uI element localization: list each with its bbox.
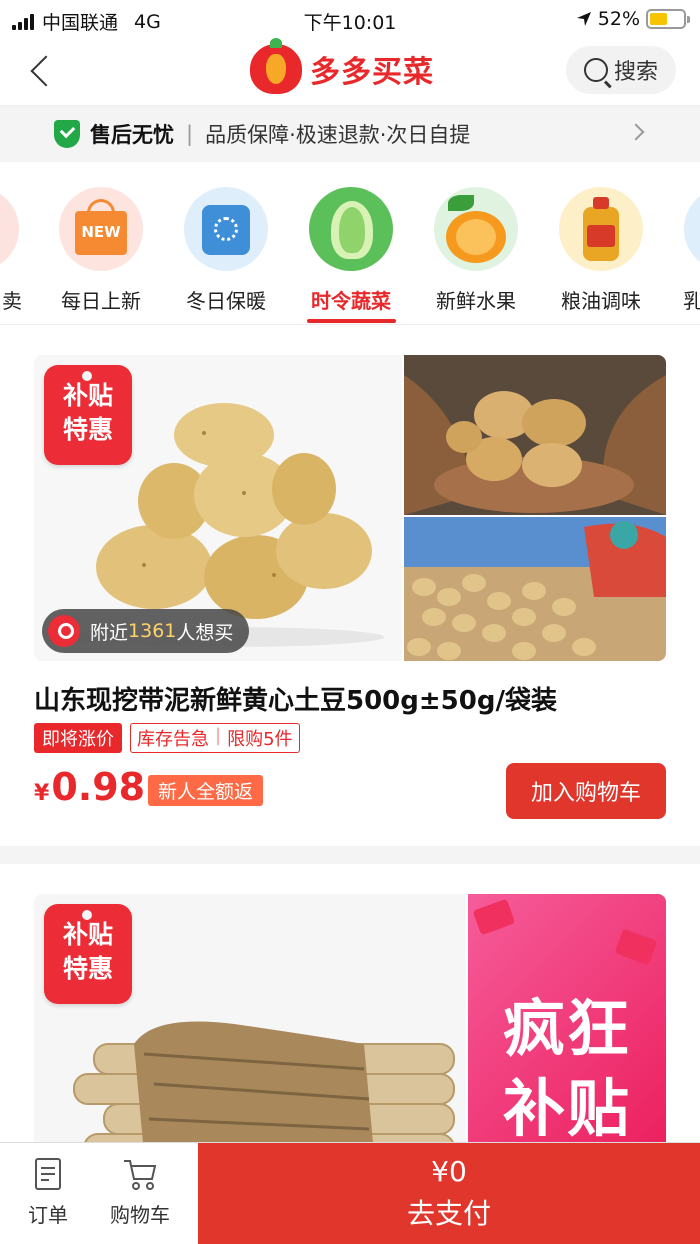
guarantee-text: 品质保障·极速退款·次日自提 <box>205 123 471 147</box>
active-category-indicator <box>307 319 396 323</box>
chevron-right-icon <box>627 123 645 141</box>
battery-fill <box>650 13 667 25</box>
order-list-icon <box>35 1158 61 1190</box>
nearby-suffix: 人想买 <box>176 621 234 644</box>
search-icon <box>583 58 608 82</box>
guarantee-bar[interactable]: 售后无忧 | 品质保障·极速退款·次日自提 <box>34 106 666 162</box>
tab-orders[interactable]: 订单 <box>8 1157 88 1228</box>
product-title[interactable]: 山东现挖带泥新鲜黄心土豆500g±50g/袋装 <box>34 680 557 717</box>
product-price: ¥ 0.98 <box>34 765 145 809</box>
bottom-bar: 订单 购物车 ¥0 去支付 <box>0 1142 700 1244</box>
promo-banner: 疯狂 补贴 <box>468 894 666 1154</box>
checkout-label: 去支付 <box>406 1197 491 1230</box>
category-label: 时令蔬菜 <box>311 289 391 313</box>
badge-line-1: 补贴 <box>62 381 113 410</box>
price-value: 0.98 <box>51 765 146 809</box>
category-label: 每日上新 <box>61 289 141 313</box>
location-arrow-icon <box>576 12 591 26</box>
battery-icon <box>646 9 690 29</box>
tab-cart[interactable]: 购物车 <box>100 1157 180 1228</box>
status-bar: 中国联通 4G 下午10:01 52% <box>0 0 700 38</box>
nearby-prefix: 附近 <box>90 621 129 644</box>
milk-icon <box>684 187 700 271</box>
app-title: 多多买菜 <box>310 55 434 90</box>
badge-line-2: 特惠 <box>62 415 113 444</box>
app-logo: 多多买菜 <box>250 38 434 94</box>
category-item-partial[interactable]: 卖 <box>0 187 32 314</box>
product-card[interactable]: 补贴 特惠 附近 1361 人想买 山东现挖带泥新鲜黄心土豆500g±50g/袋… <box>0 324 700 846</box>
category-label: 乳 <box>683 289 700 313</box>
product-image-main: 补贴 特惠 附近 1361 人想买 <box>34 355 402 661</box>
tag-stock-limit: 库存告急 | 限购5件 <box>130 723 300 753</box>
cabbage-icon <box>309 187 393 271</box>
oil-icon <box>559 187 643 271</box>
badge-line-2: 特惠 <box>62 954 113 983</box>
search-label: 搜索 <box>613 60 658 85</box>
category-item-grain-oil[interactable]: 粮油调味 <box>546 187 656 314</box>
product-tags: 即将涨价 库存告急 | 限购5件 <box>34 723 300 753</box>
category-row: 卖 NEW 每日上新 冬日保暖 时令蔬菜 新鲜水果 粮油调味 乳 <box>0 162 700 324</box>
new-user-refund-tag: 新人全额返 <box>148 775 264 806</box>
category-item-seasonal-veg[interactable]: 时令蔬菜 <box>296 187 406 314</box>
tag-purchase-limit: 限购5件 <box>227 729 293 750</box>
guarantee-separator: | <box>186 122 194 146</box>
price-currency: ¥ <box>34 781 50 806</box>
nav-bar: 多多买菜 搜索 <box>0 38 700 106</box>
product-image-hands <box>404 355 666 515</box>
sweater-icon <box>184 187 268 271</box>
tab-cart-label: 购物车 <box>110 1203 170 1227</box>
tag-separator: | <box>215 725 222 746</box>
subsidy-badge: 补贴 特惠 <box>44 365 132 465</box>
category-label: 粮油调味 <box>561 289 641 313</box>
shopping-cart-icon <box>124 1160 157 1190</box>
logo-icon <box>250 38 302 94</box>
tag-low-stock: 库存告急 <box>137 729 209 750</box>
category-item-winter-warm[interactable]: 冬日保暖 <box>171 187 281 314</box>
guarantee-title: 售后无忧 <box>90 123 174 147</box>
orange-icon <box>434 187 518 271</box>
search-button[interactable]: 搜索 <box>566 46 676 94</box>
farm-potatoes-image <box>404 517 666 661</box>
checkout-amount: ¥0 <box>431 1155 467 1188</box>
category-label: 卖 <box>2 289 22 313</box>
category-label: 新鲜水果 <box>436 289 516 313</box>
product-image-farm <box>404 517 666 661</box>
promo-line-1: 疯狂 <box>502 992 631 1065</box>
tab-orders-label: 订单 <box>28 1203 68 1227</box>
hands-potatoes-image <box>404 355 666 515</box>
add-to-cart-button[interactable]: 加入购物车 <box>506 763 666 819</box>
category-item-fresh-fruit[interactable]: 新鲜水果 <box>421 187 531 314</box>
battery-percent: 52% <box>597 8 640 30</box>
shield-check-icon <box>54 120 80 148</box>
nearby-interest-pill: 附近 1361 人想买 <box>42 609 250 653</box>
status-right: 52% <box>576 8 690 30</box>
product-image-main: 补贴 特惠 <box>34 894 466 1154</box>
location-pin-icon <box>48 615 80 647</box>
nearby-count: 1361 <box>128 620 177 642</box>
category-item-dairy[interactable]: 乳 <box>671 187 700 314</box>
partial-icon <box>0 187 19 271</box>
tag-price-rising: 即将涨价 <box>34 723 122 753</box>
checkout-button[interactable]: ¥0 去支付 <box>198 1143 700 1244</box>
badge-line-1: 补贴 <box>62 920 113 949</box>
back-button[interactable] <box>22 48 62 94</box>
subsidy-badge: 补贴 特惠 <box>44 904 132 1004</box>
category-item-daily-new[interactable]: NEW 每日上新 <box>46 187 156 314</box>
promo-line-2: 补贴 <box>502 1072 631 1145</box>
category-label: 冬日保暖 <box>186 289 266 313</box>
new-bag-icon: NEW <box>59 187 143 271</box>
